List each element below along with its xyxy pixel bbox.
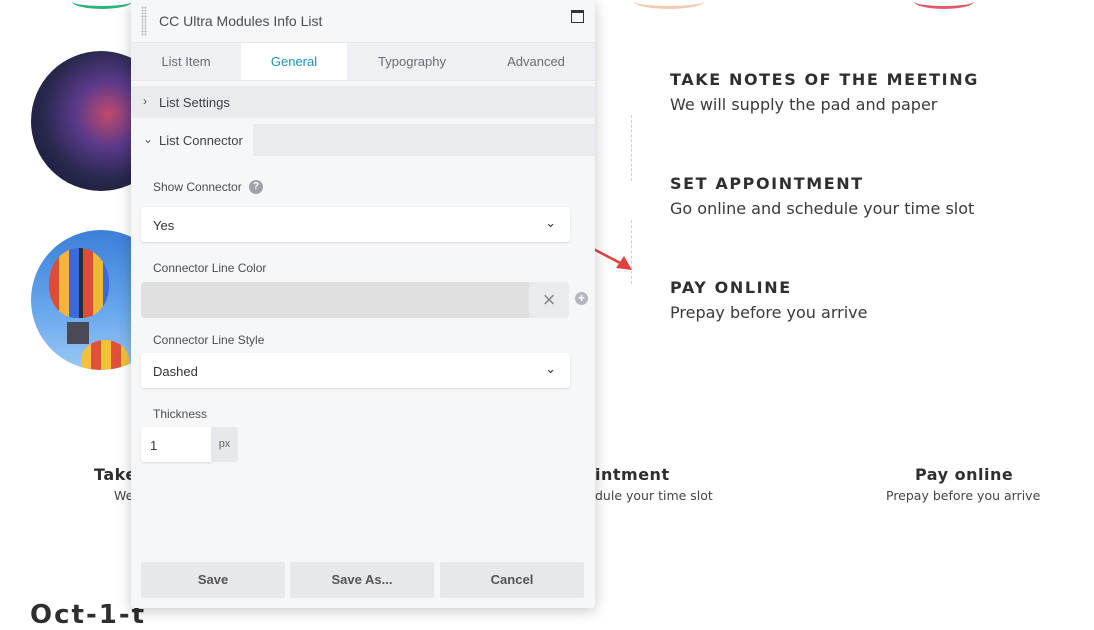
- show-connector-label: Show Connector: [153, 180, 242, 194]
- step-description: We will supply the pad and paper: [670, 95, 938, 114]
- maximize-icon[interactable]: [571, 10, 584, 23]
- bottom-item-title: intment: [595, 465, 670, 484]
- connector-line-style-label: Connector Line Style: [153, 333, 265, 347]
- step-title: PAY ONLINE: [670, 278, 792, 297]
- section-list-connector[interactable]: ⌄ List Connector: [131, 124, 595, 156]
- section-label: List Settings: [159, 95, 230, 110]
- list-connector-line: [631, 115, 632, 181]
- panel-title: CC Ultra Modules Info List: [159, 13, 323, 29]
- tab-typography[interactable]: Typography: [347, 43, 477, 80]
- cancel-button[interactable]: Cancel: [440, 562, 584, 598]
- connector-line-style-select[interactable]: Dashed ⌄: [141, 353, 570, 388]
- tab-bar: List Item General Typography Advanced: [131, 43, 595, 81]
- show-connector-select[interactable]: Yes ⌄: [141, 207, 570, 242]
- add-preset-icon[interactable]: +: [575, 292, 588, 305]
- chevron-down-icon: ⌄: [143, 132, 154, 146]
- decor-swirl-peach: [634, 0, 704, 9]
- step-title: SET APPOINTMENT: [670, 174, 864, 193]
- step-description: Go online and schedule your time slot: [670, 199, 975, 218]
- connector-line-color-swatch[interactable]: [141, 282, 529, 318]
- tab-advanced[interactable]: Advanced: [477, 43, 595, 80]
- help-icon[interactable]: ?: [249, 180, 263, 194]
- thickness-label: Thickness: [153, 407, 208, 421]
- select-value: Dashed: [153, 364, 198, 379]
- chevron-down-icon: ⌄: [545, 215, 556, 230]
- step-title: TAKE NOTES OF THE MEETING: [670, 70, 979, 89]
- settings-panel: CC Ultra Modules Info List List Item Gen…: [131, 0, 595, 608]
- step-description: Prepay before you arrive: [670, 303, 868, 322]
- panel-header[interactable]: CC Ultra Modules Info List: [131, 0, 595, 43]
- bottom-item-title: Pay online: [915, 465, 1014, 484]
- thickness-input[interactable]: 1: [141, 427, 211, 462]
- save-button[interactable]: Save: [141, 562, 285, 598]
- connector-line-color-label: Connector Line Color: [153, 261, 267, 275]
- decor-swirl-green: [72, 0, 132, 9]
- chevron-down-icon: ⌄: [545, 361, 556, 376]
- clear-color-icon[interactable]: ×: [529, 282, 569, 318]
- tab-general[interactable]: General: [241, 43, 347, 80]
- select-value: Yes: [153, 218, 175, 233]
- drag-handle-icon[interactable]: [141, 6, 147, 36]
- section-label: List Connector: [159, 133, 243, 148]
- bottom-item-desc: dule your time slot: [595, 488, 713, 503]
- section-list-settings[interactable]: › List Settings: [131, 86, 595, 118]
- bottom-item-desc: Prepay before you arrive: [886, 488, 1041, 503]
- thickness-value: 1: [150, 438, 158, 453]
- chevron-right-icon: ›: [143, 94, 147, 108]
- thickness-unit: px: [211, 427, 238, 462]
- save-as-button[interactable]: Save As...: [290, 562, 434, 598]
- section-heading: Oct-1-t: [30, 600, 147, 630]
- tab-list-item[interactable]: List Item: [131, 43, 241, 80]
- decor-swirl-red: [914, 0, 974, 9]
